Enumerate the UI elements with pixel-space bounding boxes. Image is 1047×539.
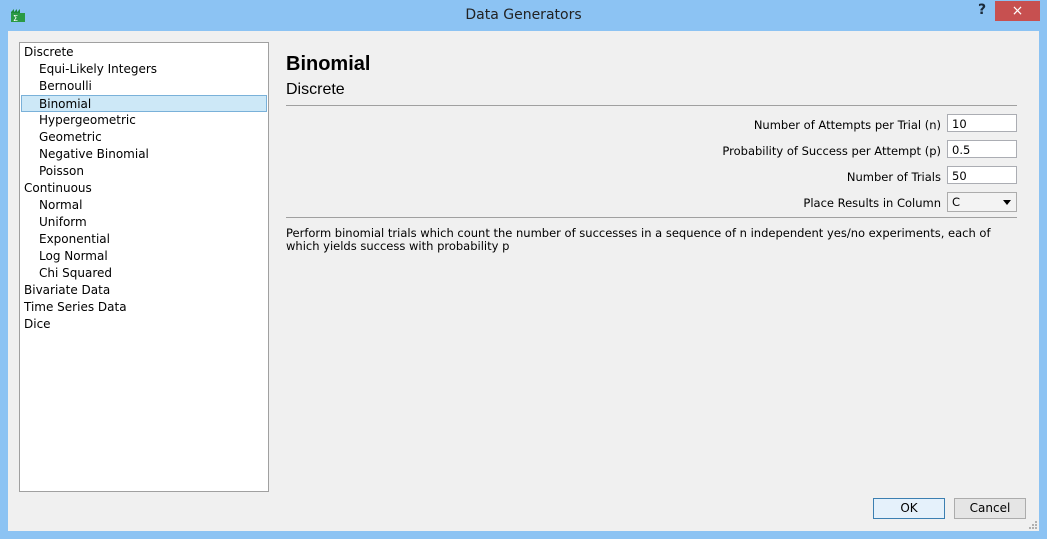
generator-category: Discrete [286,81,345,98]
chevron-down-icon [1003,200,1011,205]
attempts-label: Number of Attempts per Trial (n) [753,118,941,132]
column-select-value: C [952,195,961,209]
tree-item-log-normal[interactable]: Log Normal [39,248,108,265]
tree-item-uniform[interactable]: Uniform [39,214,87,231]
ok-button[interactable]: OK [873,498,945,519]
title-bar: Σ Data Generators ? × [0,0,1047,31]
tree-item-bivariate-data[interactable]: Bivariate Data [24,282,110,299]
cancel-button[interactable]: Cancel [954,498,1026,519]
dialog-body: Discrete Equi-Likely Integers Bernoulli Bin… [8,31,1039,531]
tree-item-exponential[interactable]: Exponential [39,231,110,248]
tree-item-poisson[interactable]: Poisson [39,163,84,180]
trials-input[interactable]: 50 [947,166,1017,184]
tree-item-dice[interactable]: Dice [24,316,51,333]
tree-item-chi-squared[interactable]: Chi Squared [39,265,112,282]
tree-item-hypergeometric[interactable]: Hypergeometric [39,112,136,129]
divider [286,105,1017,106]
help-button[interactable]: ? [975,2,989,22]
tree-item-negative-binomial[interactable]: Negative Binomial [39,146,149,163]
column-select[interactable]: C [947,192,1017,212]
divider [286,217,1017,218]
tree-item-geometric[interactable]: Geometric [39,129,102,146]
tree-item-continuous[interactable]: Continuous [24,180,92,197]
generator-title: Binomial [286,53,371,75]
tree-item-normal[interactable]: Normal [39,197,82,214]
probability-label: Probability of Success per Attempt (p) [722,144,941,158]
window-title: Data Generators [465,7,582,23]
resize-grip-icon[interactable] [1029,521,1037,529]
column-label: Place Results in Column [803,196,941,210]
trials-label: Number of Trials [846,170,941,184]
tree-item-equi-likely-integers[interactable]: Equi-Likely Integers [39,61,157,78]
tree-item-binomial[interactable]: Binomial [21,95,267,112]
tree-item-time-series-data[interactable]: Time Series Data [24,299,127,316]
attempts-input[interactable]: 10 [947,114,1017,132]
generator-tree[interactable]: Discrete Equi-Likely Integers Bernoulli Bin… [19,42,269,492]
tree-item-discrete[interactable]: Discrete [24,44,74,61]
close-button[interactable]: × [995,1,1040,21]
tree-item-bernoulli[interactable]: Bernoulli [39,78,92,95]
probability-input[interactable]: 0.5 [947,140,1017,158]
generator-description: Perform binomial trials which count the … [286,226,991,253]
